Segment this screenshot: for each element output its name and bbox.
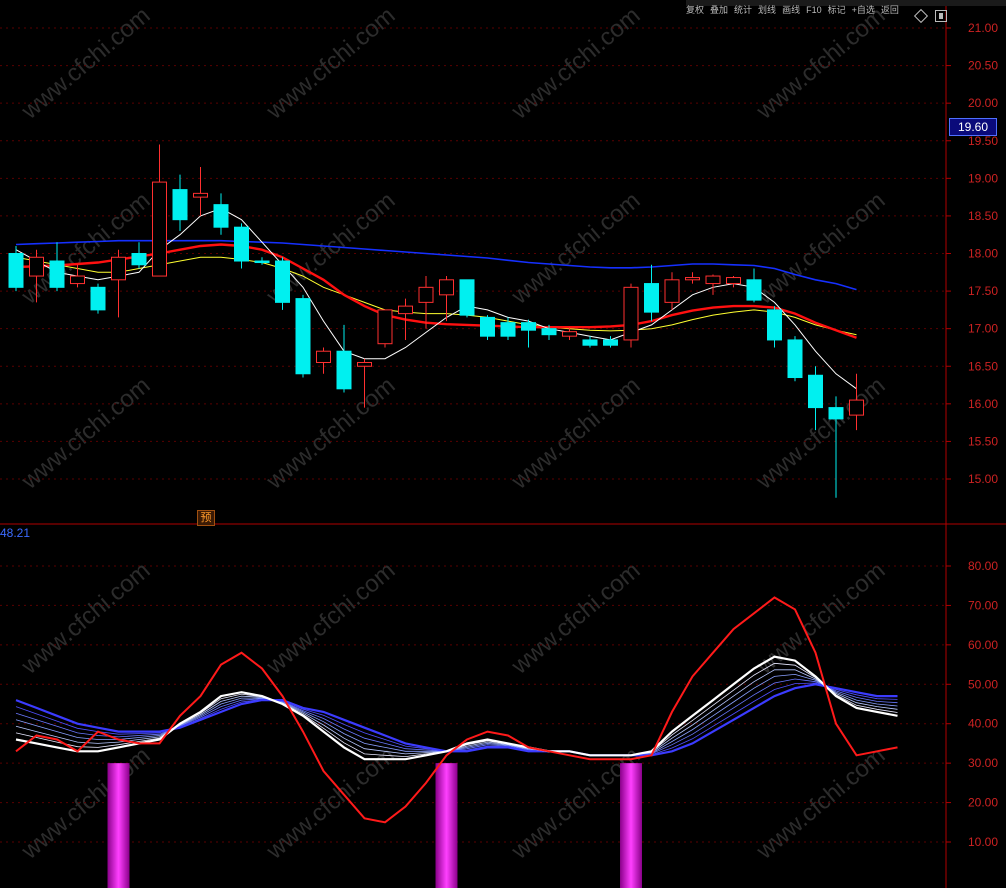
panel-toggle-icon[interactable] — [935, 10, 947, 22]
toolbar-item[interactable]: 画线 — [782, 6, 800, 15]
candle-body — [500, 322, 516, 337]
watermark-text: www.cfchi.com — [261, 372, 401, 495]
y-tick-label: 21.00 — [968, 21, 998, 35]
watermark-text: www.cfchi.com — [16, 372, 156, 495]
indicator-value-label: 48.21 — [0, 526, 31, 540]
candle-body — [336, 350, 352, 390]
candle-body — [828, 407, 844, 420]
ma-white-line — [15, 207, 857, 390]
candle-body — [316, 350, 331, 363]
stock-chart: www.cfchi.com www.cfchi.com www.cfchi.com w… — [0, 2, 1006, 888]
y-tick-label: 15.00 — [968, 472, 998, 486]
toolbar-item[interactable]: 统计 — [734, 6, 752, 15]
y-tick-label: 60.00 — [968, 638, 998, 652]
candle-body — [582, 339, 598, 346]
candle-body — [275, 260, 290, 303]
histogram-bar — [620, 763, 642, 888]
y-tick-label: 80.00 — [968, 559, 998, 573]
candle-body — [685, 277, 700, 281]
toolbar-item[interactable]: F10 — [806, 6, 822, 15]
watermark-text: www.cfchi.com — [751, 742, 891, 865]
forecast-label: 预 — [197, 510, 215, 526]
current-price-label: 19.60 — [949, 118, 997, 136]
candle-body — [357, 361, 372, 367]
watermark-text: www.cfchi.com — [751, 2, 891, 125]
y-tick-label: 20.00 — [968, 796, 998, 810]
candle-body — [49, 260, 65, 288]
candle-body — [213, 204, 229, 228]
y-tick-label: 20.50 — [968, 59, 998, 73]
watermark-text: www.cfchi.com — [261, 557, 401, 680]
candle-body — [480, 316, 495, 337]
watermark-text: www.cfchi.com — [261, 742, 401, 865]
watermark-text: www.cfchi.com — [261, 2, 401, 125]
watermark-text: www.cfchi.com — [751, 187, 891, 310]
y-tick-label: 16.00 — [968, 397, 998, 411]
toolbar-item[interactable]: 划线 — [758, 6, 776, 15]
watermark-text: www.cfchi.com — [751, 557, 891, 680]
candle-body — [377, 309, 393, 345]
candle-body — [664, 279, 680, 303]
watermark-text: www.cfchi.com — [16, 2, 156, 125]
candle-body — [459, 279, 475, 316]
y-tick-label: 19.00 — [968, 171, 998, 185]
candle-body — [111, 256, 126, 281]
toolbar-item[interactable]: +自选 — [852, 6, 875, 15]
y-tick-label: 10.00 — [968, 835, 998, 849]
y-tick-label: 18.00 — [968, 247, 998, 261]
y-tick-label: 17.00 — [968, 322, 998, 336]
candle-body — [295, 298, 311, 375]
y-tick-label: 16.50 — [968, 359, 998, 373]
y-tick-label: 18.50 — [968, 209, 998, 223]
toolbar-item[interactable]: 返回 — [881, 6, 899, 15]
candle-body — [70, 275, 85, 285]
candle-body — [152, 181, 167, 277]
candle-body — [131, 253, 147, 266]
candle-body — [29, 256, 44, 277]
candle-body — [746, 279, 762, 301]
y-tick-label: 20.00 — [968, 96, 998, 110]
candle-body — [562, 331, 577, 337]
watermark-text: www.cfchi.com — [16, 742, 156, 865]
candle-body — [8, 253, 24, 288]
candle-body — [767, 309, 782, 341]
candle-body — [603, 339, 618, 346]
candle-body — [849, 399, 864, 416]
candle-body — [418, 286, 434, 303]
candle-body — [193, 192, 208, 198]
y-tick-label: 70.00 — [968, 598, 998, 612]
candle-body — [644, 283, 659, 313]
y-tick-label: 15.50 — [968, 434, 998, 448]
candle-body — [541, 328, 557, 336]
watermark-text: www.cfchi.com — [506, 372, 646, 495]
candle-body — [705, 275, 721, 285]
watermark-layer: www.cfchi.com www.cfchi.com www.cfchi.com w… — [16, 2, 891, 865]
watermark-text: www.cfchi.com — [16, 557, 156, 680]
candle-body — [398, 305, 413, 315]
watermark-text: www.cfchi.com — [506, 557, 646, 680]
histogram-bar — [435, 763, 458, 888]
candle-body — [726, 277, 741, 285]
watermark-text: www.cfchi.com — [506, 2, 646, 125]
y-tick-label: 30.00 — [968, 756, 998, 770]
histogram-bar — [107, 763, 130, 888]
candle-body — [808, 374, 823, 409]
candle-body — [172, 189, 188, 221]
toolbar-item[interactable]: 叠加 — [710, 6, 728, 15]
y-tick-label: 50.00 — [968, 677, 998, 691]
candle-body — [623, 286, 639, 341]
toolbar-item[interactable]: 复权 — [686, 6, 704, 15]
y-tick-label: 17.50 — [968, 284, 998, 298]
y-tick-label: 40.00 — [968, 717, 998, 731]
candle-body — [439, 279, 454, 296]
candle-body — [521, 322, 536, 331]
candle-body — [90, 286, 106, 311]
toolbar-item[interactable]: 标记 — [828, 6, 846, 15]
top-toolbar: 复权 叠加 统计 划线 画线 F10 标记 +自选 返回 — [686, 0, 1006, 15]
candle-body — [234, 226, 249, 262]
grid: 21.0020.5020.0019.5019.0018.5018.0017.50… — [0, 21, 998, 849]
candle-body — [254, 260, 270, 264]
indicator-fan-line — [15, 682, 898, 756]
candle-body — [787, 339, 803, 379]
